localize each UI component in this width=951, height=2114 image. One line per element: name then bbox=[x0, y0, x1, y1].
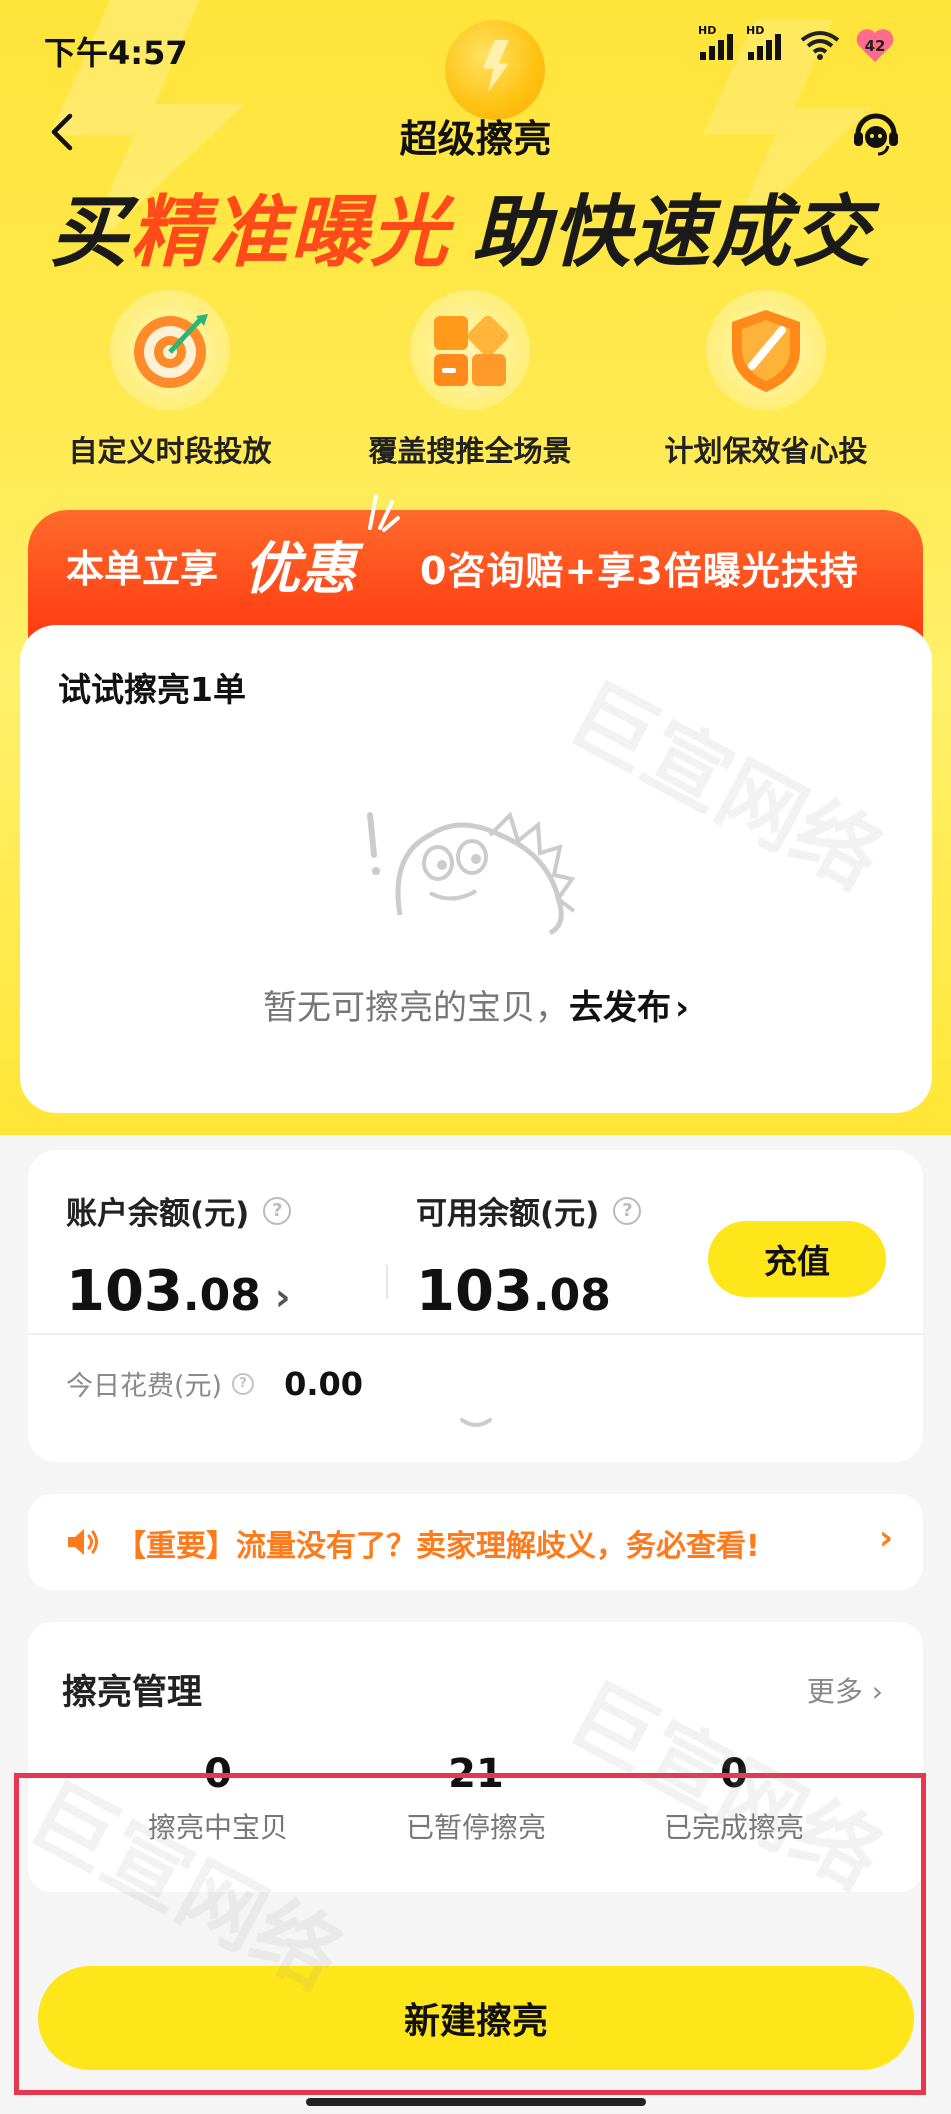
shield-icon bbox=[706, 290, 826, 410]
account-balance-integer: 103 bbox=[66, 1259, 183, 1324]
help-icon[interactable]: ? bbox=[232, 1372, 255, 1395]
slogan-part1: 买 bbox=[50, 188, 131, 278]
promo-lead-text: 本单立享 bbox=[66, 547, 219, 591]
stat-paused[interactable]: 21 已暂停擦亮 bbox=[346, 1754, 606, 1846]
balance-card: 账户余额(元) ? 103.08 › 可用余额(元) ? 103.08 充值 今日… bbox=[28, 1150, 923, 1462]
account-balance-decimal: .08 bbox=[182, 1270, 261, 1321]
stat-label: 擦亮中宝贝 bbox=[147, 1811, 288, 1844]
topup-button[interactable]: 充值 bbox=[708, 1221, 886, 1297]
available-balance-decimal: .08 bbox=[532, 1270, 611, 1321]
status-time: 下午4:57 bbox=[44, 34, 188, 72]
hero-slogan: 买精准曝光 助快速成交 bbox=[50, 170, 910, 278]
stat-active[interactable]: 0 擦亮中宝贝 bbox=[88, 1754, 348, 1846]
try-card-title: 试试擦亮1单 bbox=[58, 670, 246, 709]
battery-level: 42 bbox=[864, 37, 886, 55]
sparkle-icon bbox=[368, 494, 400, 532]
help-icon[interactable]: ? bbox=[263, 1196, 292, 1225]
speaker-icon bbox=[68, 1529, 98, 1555]
management-title: 擦亮管理 bbox=[62, 1673, 203, 1713]
page-title: 超级擦亮 bbox=[399, 117, 552, 161]
feature-item: 覆盖搜推全场景 bbox=[340, 290, 600, 470]
signal-label: HD bbox=[698, 24, 717, 37]
signal-label: HD bbox=[746, 24, 765, 37]
management-card: 擦亮管理 更多 › 0 擦亮中宝贝 21 已暂停擦亮 0 已完成擦亮 bbox=[28, 1622, 923, 1892]
help-icon[interactable]: ? bbox=[613, 1196, 642, 1225]
chevron-right-icon[interactable]: › bbox=[275, 1275, 291, 1319]
feature-label: 覆盖搜推全场景 bbox=[368, 434, 572, 468]
target-icon bbox=[110, 290, 230, 410]
feature-list: 自定义时段投放 覆盖搜推全场景 计划保效省心投 bbox=[40, 290, 920, 470]
empty-state-message: 暂无可擦亮的宝贝， bbox=[262, 988, 569, 1028]
stat-label: 已暂停擦亮 bbox=[405, 1811, 546, 1844]
divider bbox=[386, 1265, 388, 1299]
feature-label: 自定义时段投放 bbox=[68, 434, 272, 468]
account-balance-label: 账户余额(元) bbox=[66, 1196, 250, 1232]
feature-item: 自定义时段投放 bbox=[40, 290, 300, 470]
account-balance[interactable]: 账户余额(元) ? 103.08 › bbox=[66, 1188, 292, 1324]
stat-value: 21 bbox=[448, 1751, 504, 1797]
empty-state-text: 暂无可擦亮的宝贝，去发布 › bbox=[20, 980, 932, 1029]
slogan-part2: 助快速成交 bbox=[472, 188, 873, 278]
blocks-icon bbox=[410, 290, 530, 410]
signal-icon: HD bbox=[698, 24, 733, 60]
notice-bar[interactable]: 【重要】流量没有了？卖家理解歧义，务必查看! › bbox=[28, 1494, 923, 1590]
today-spend-label: 今日花费(元) bbox=[66, 1371, 223, 1402]
chevron-down-icon[interactable] bbox=[456, 1412, 496, 1436]
feature-item: 计划保效省心投 bbox=[636, 290, 896, 470]
feature-label: 计划保效省心投 bbox=[664, 434, 868, 468]
promo-highlight: 优惠 bbox=[244, 537, 356, 602]
status-bar: 下午4:57 HD HD 42 bbox=[0, 0, 951, 90]
nav-bar: 超级擦亮 bbox=[0, 96, 951, 168]
stat-value: 0 bbox=[204, 1751, 232, 1797]
slogan-highlight: 精准曝光 bbox=[130, 188, 451, 278]
wifi-icon bbox=[800, 31, 840, 60]
more-link[interactable]: 更多 › bbox=[807, 1670, 883, 1710]
home-indicator bbox=[306, 2098, 646, 2106]
try-card: 试试擦亮1单 暂无可擦亮的宝贝，去发布 › bbox=[20, 625, 932, 1113]
signal-icon: HD bbox=[746, 24, 781, 60]
stat-completed[interactable]: 0 已完成擦亮 bbox=[604, 1754, 864, 1846]
stat-value: 0 bbox=[720, 1751, 748, 1797]
available-balance-integer: 103 bbox=[416, 1259, 533, 1324]
stat-label: 已完成擦亮 bbox=[663, 1811, 804, 1844]
notice-text: 【重要】流量没有了？卖家理解歧义，务必查看! bbox=[116, 1529, 760, 1564]
available-balance-label: 可用余额(元) bbox=[416, 1196, 600, 1232]
promo-benefit-text: 0咨询赔+享3倍曝光扶持 bbox=[420, 549, 859, 593]
available-balance: 可用余额(元) ? 103.08 bbox=[416, 1188, 642, 1324]
today-spend: 今日花费(元) ? 0.00 bbox=[66, 1364, 363, 1403]
divider bbox=[28, 1333, 923, 1335]
today-spend-value: 0.00 bbox=[284, 1364, 364, 1403]
publish-link[interactable]: 去发布 bbox=[569, 988, 671, 1028]
chevron-right-icon[interactable]: › bbox=[675, 988, 689, 1028]
chevron-right-icon[interactable]: › bbox=[879, 1518, 893, 1558]
battery-heart-icon: 42 bbox=[855, 28, 895, 64]
empty-mascot-icon bbox=[367, 811, 576, 935]
customer-service-icon[interactable] bbox=[848, 104, 904, 160]
new-polish-button[interactable]: 新建擦亮 bbox=[38, 1966, 914, 2070]
